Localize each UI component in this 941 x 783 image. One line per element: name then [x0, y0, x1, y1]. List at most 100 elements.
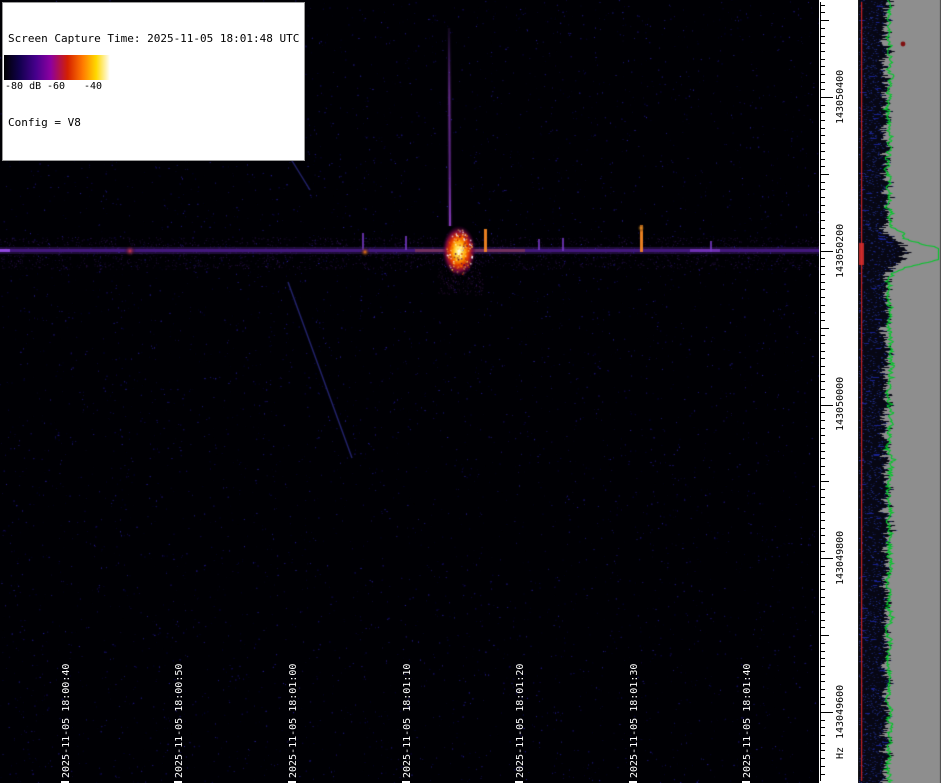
legend-mid-label: -60 [47, 80, 65, 93]
legend-max-label: -40 [84, 80, 102, 93]
frequency-tick [821, 504, 825, 505]
frequency-tick [821, 589, 825, 590]
frequency-tick [821, 143, 825, 144]
frequency-tick [821, 750, 825, 751]
frequency-tick [821, 159, 825, 160]
frequency-tick [821, 305, 825, 306]
spectrum-capture-screen: Screen Capture Time: 2025-11-05 18:01:48… [0, 0, 941, 783]
intensity-scale-labels: -80 dB -60 -40 [4, 80, 110, 93]
frequency-tick [821, 651, 825, 652]
capture-time-text: Screen Capture Time: 2025-11-05 18:01:48… [8, 32, 299, 46]
frequency-tick [821, 512, 825, 513]
frequency-tick [821, 766, 825, 767]
frequency-tick-label: 143050400 [835, 70, 847, 124]
frequency-tick [821, 689, 825, 690]
frequency-tick [821, 558, 833, 559]
frequency-tick [821, 574, 825, 575]
frequency-tick [821, 43, 825, 44]
frequency-tick [821, 197, 825, 198]
frequency-tick [821, 658, 825, 659]
frequency-tick [821, 474, 825, 475]
frequency-tick [821, 220, 825, 221]
frequency-tick [821, 666, 825, 667]
frequency-tick [821, 674, 825, 675]
frequency-tick [821, 389, 825, 390]
frequency-tick [821, 543, 825, 544]
frequency-tick-label: 143050200 [835, 224, 847, 278]
frequency-tick [821, 612, 825, 613]
frequency-tick [821, 435, 825, 436]
frequency-tick [821, 174, 829, 175]
frequency-tick [821, 251, 833, 252]
frequency-tick [821, 443, 825, 444]
frequency-tick [821, 66, 825, 67]
frequency-tick [821, 681, 825, 682]
live-spectrum-canvas [858, 0, 941, 783]
frequency-tick [821, 743, 825, 744]
frequency-tick [821, 328, 829, 329]
frequency-tick [821, 620, 825, 621]
frequency-tick [821, 243, 825, 244]
intensity-gradient-bar [4, 55, 110, 80]
frequency-tick [821, 112, 825, 113]
frequency-tick [821, 758, 825, 759]
frequency-tick [821, 697, 825, 698]
frequency-axis-line [820, 2, 821, 781]
frequency-tick [821, 458, 825, 459]
frequency-tick [821, 774, 825, 775]
frequency-tick [821, 97, 833, 98]
frequency-tick [821, 520, 825, 521]
frequency-tick [821, 205, 825, 206]
frequency-tick [821, 720, 825, 721]
frequency-tick [821, 120, 825, 121]
frequency-tick [821, 74, 825, 75]
frequency-tick [821, 266, 825, 267]
frequency-tick [821, 535, 825, 536]
frequency-tick [821, 335, 825, 336]
frequency-tick [821, 235, 825, 236]
frequency-tick [821, 274, 825, 275]
frequency-tick [821, 428, 825, 429]
frequency-tick [821, 189, 825, 190]
frequency-tick [821, 374, 825, 375]
frequency-tick [821, 282, 825, 283]
frequency-tick [821, 36, 825, 37]
frequency-tick-label: 143049600 [835, 685, 847, 739]
frequency-unit-label: Hz [835, 747, 847, 759]
frequency-tick [821, 635, 829, 636]
frequency-tick [821, 358, 825, 359]
frequency-tick [821, 212, 825, 213]
frequency-tick [821, 105, 825, 106]
frequency-tick [821, 551, 825, 552]
frequency-tick [821, 451, 825, 452]
frequency-tick [821, 528, 825, 529]
frequency-tick [821, 405, 833, 406]
legend-min-label: -80 dB [5, 80, 41, 93]
frequency-tick [821, 643, 825, 644]
frequency-ruler: 143050400 143050200 143050000 143049800 1430… [819, 0, 858, 783]
frequency-tick [821, 597, 825, 598]
frequency-tick [821, 166, 825, 167]
frequency-tick [821, 481, 829, 482]
frequency-tick [821, 12, 825, 13]
frequency-tick [821, 135, 825, 136]
frequency-tick [821, 289, 825, 290]
frequency-tick [821, 258, 825, 259]
color-scale-legend: -80 dB -60 -40 [4, 55, 110, 93]
frequency-tick [821, 297, 825, 298]
frequency-tick [821, 82, 825, 83]
frequency-tick [821, 704, 825, 705]
frequency-tick-label: 143049800 [835, 531, 847, 585]
frequency-tick [821, 128, 825, 129]
frequency-tick [821, 735, 825, 736]
frequency-tick [821, 5, 825, 6]
frequency-tick [821, 627, 825, 628]
frequency-tick [821, 420, 825, 421]
frequency-tick-label: 143050000 [835, 377, 847, 431]
frequency-tick [821, 497, 825, 498]
frequency-tick [821, 727, 825, 728]
frequency-tick [821, 228, 825, 229]
frequency-tick [821, 466, 825, 467]
capture-config-text: Config = V8 [8, 116, 299, 130]
frequency-tick [821, 343, 825, 344]
